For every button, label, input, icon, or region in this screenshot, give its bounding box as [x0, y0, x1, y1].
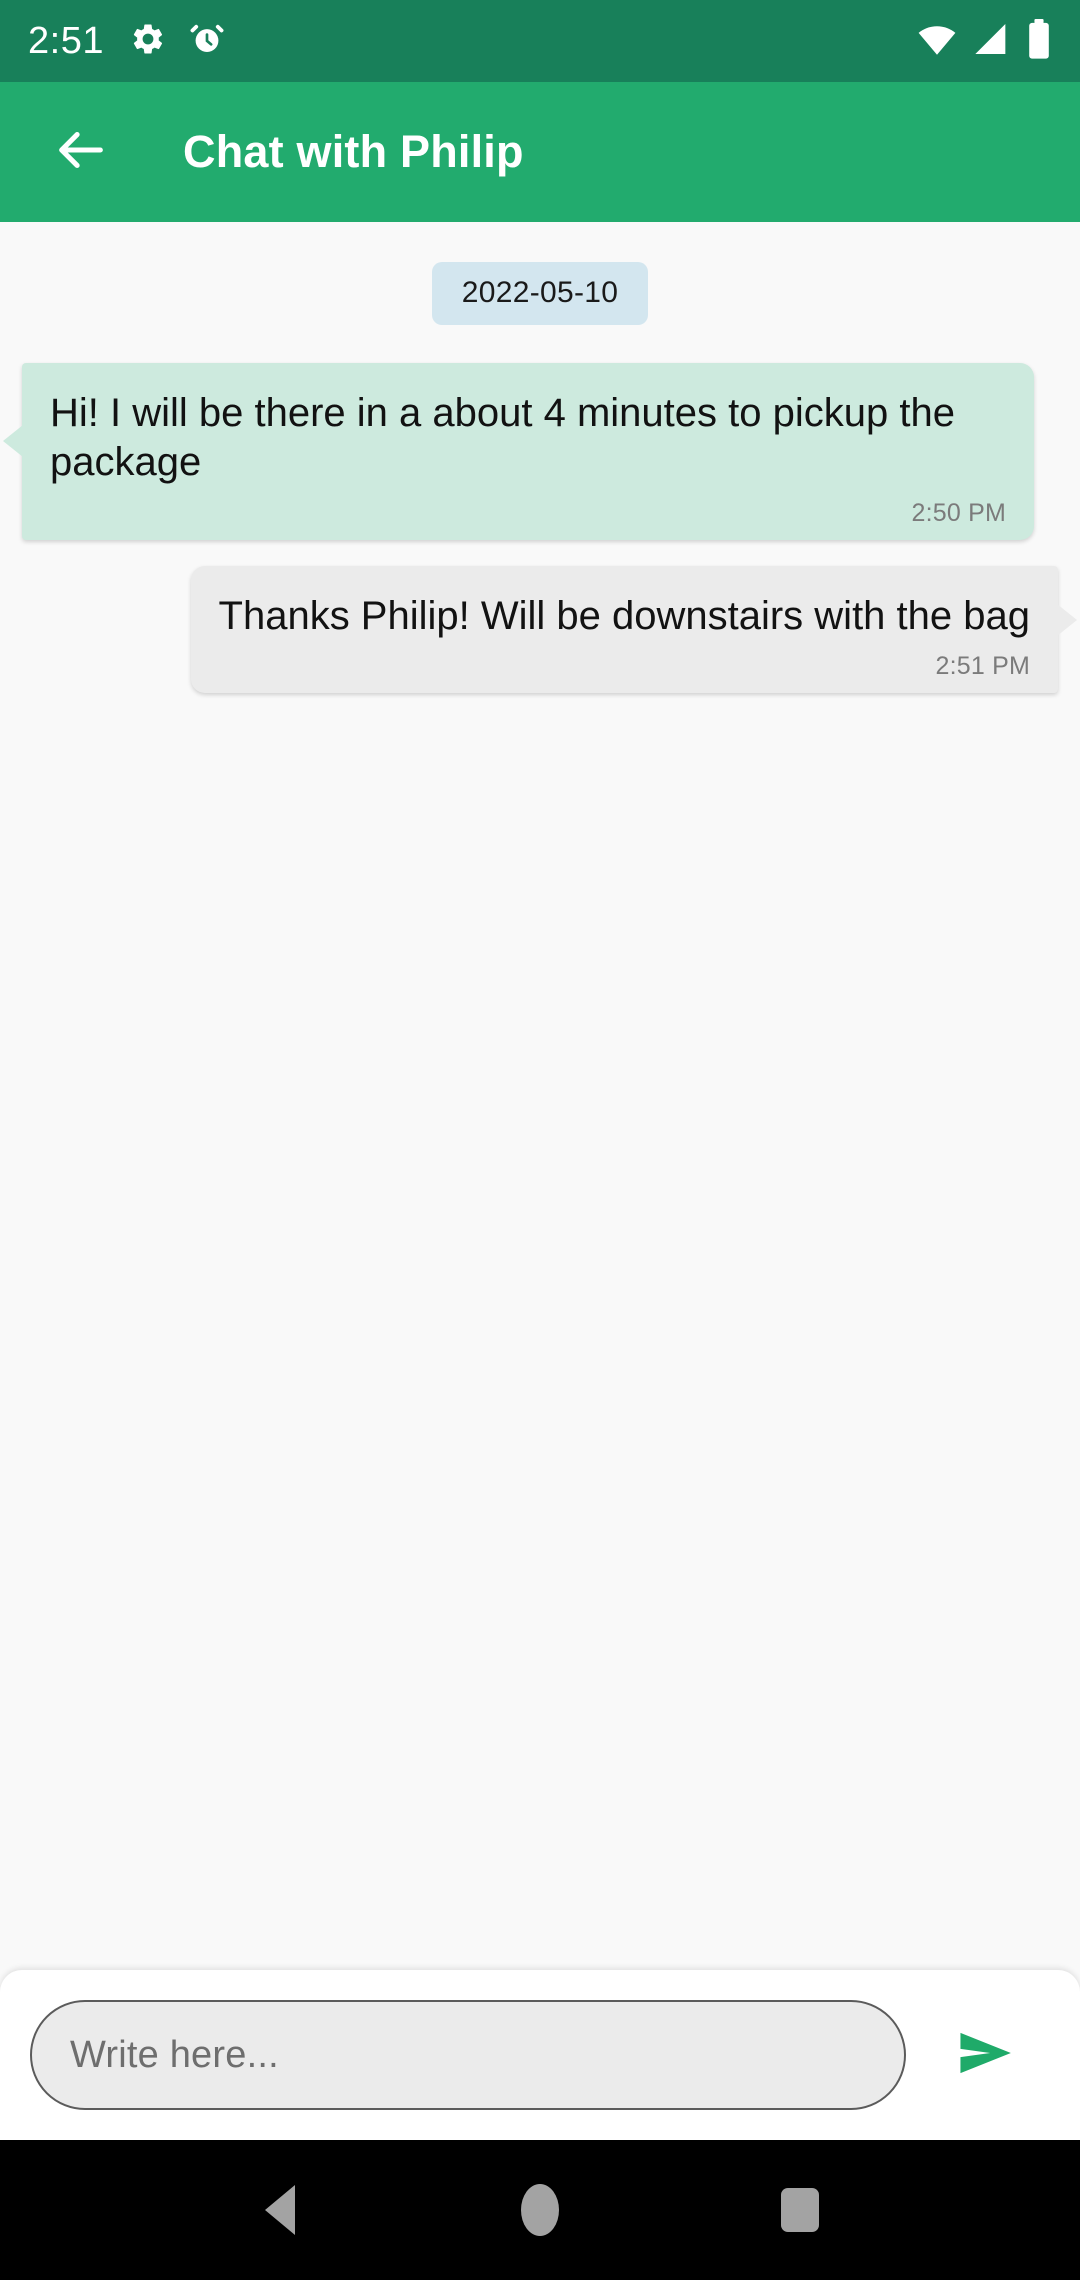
message-timestamp: 2:51 PM	[935, 652, 1030, 681]
date-separator-row: 2022-05-10	[0, 262, 1080, 325]
message-row-incoming: Hi! I will be there in a about 4 minutes…	[0, 363, 1080, 540]
message-text: Hi! I will be there in a about 4 minutes…	[50, 391, 967, 484]
status-bar: 2:51	[0, 0, 1080, 82]
back-button[interactable]	[50, 121, 112, 183]
status-bar-system-icons	[916, 18, 1052, 65]
cellular-signal-icon	[972, 19, 1012, 64]
message-input-placeholder: Write here...	[70, 2033, 279, 2076]
home-circle-icon	[521, 2184, 559, 2236]
nav-home-button[interactable]	[495, 2165, 585, 2255]
send-icon	[954, 2022, 1016, 2089]
recents-square-icon	[781, 2188, 819, 2232]
status-bar-notification-icons	[130, 20, 226, 63]
page-title: Chat with Philip	[183, 126, 524, 177]
nav-recents-button[interactable]	[755, 2165, 845, 2255]
send-button[interactable]	[942, 2012, 1028, 2098]
message-row-outgoing: Thanks Philip! Will be downstairs with t…	[0, 565, 1080, 694]
message-list[interactable]: 2022-05-10 Hi! I will be there in a abou…	[0, 222, 1080, 1970]
date-separator-badge: 2022-05-10	[431, 262, 649, 325]
arrow-left-icon	[52, 121, 110, 184]
message-input[interactable]: Write here...	[30, 2000, 906, 2110]
status-bar-clock: 2:51	[28, 20, 104, 62]
gear-icon	[130, 21, 166, 62]
message-bubble[interactable]: Hi! I will be there in a about 4 minutes…	[3, 363, 1034, 540]
message-text: Thanks Philip! Will be downstairs with t…	[218, 593, 1030, 638]
chat-app-screen: 2:51 Chat with Philip 2022-05-10 Hi! I w…	[0, 0, 1080, 2280]
alarm-clock-icon	[188, 20, 226, 63]
message-timestamp: 2:50 PM	[911, 498, 1006, 527]
wifi-icon	[916, 18, 958, 65]
message-bubble[interactable]: Thanks Philip! Will be downstairs with t…	[190, 565, 1078, 694]
nav-back-button[interactable]	[235, 2165, 325, 2255]
battery-icon	[1026, 18, 1052, 65]
message-composer: Write here...	[0, 1970, 1080, 2140]
android-navigation-bar	[0, 2140, 1080, 2280]
back-triangle-icon	[265, 2185, 295, 2235]
app-header: Chat with Philip	[0, 82, 1080, 222]
